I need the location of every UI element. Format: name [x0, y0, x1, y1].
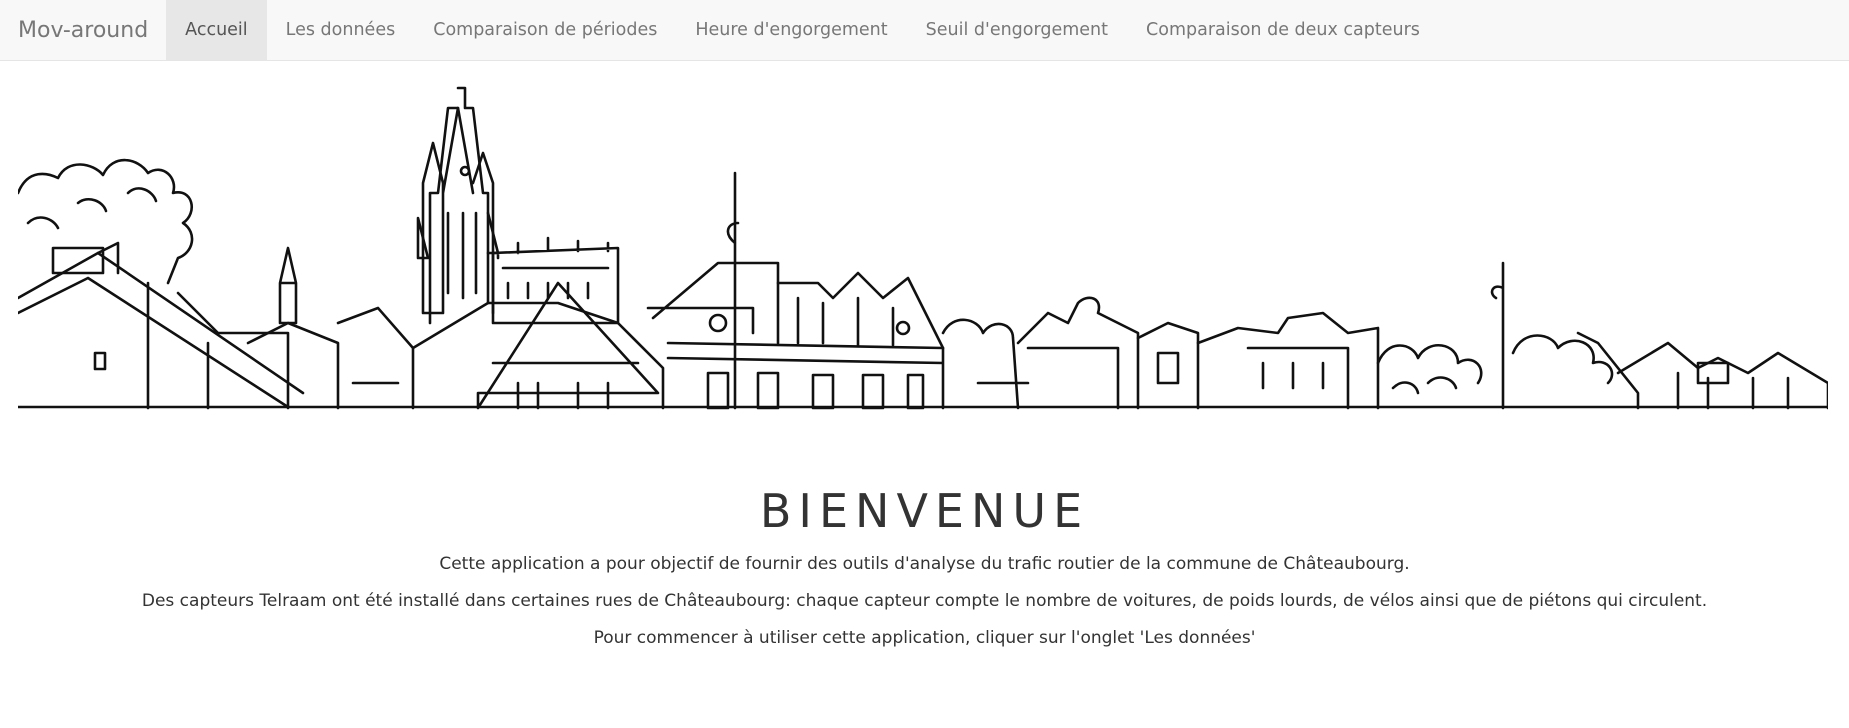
town-skyline-illustration	[18, 83, 1828, 410]
welcome-paragraph-instructions: Pour commencer à utiliser cette applicat…	[593, 628, 1256, 648]
tab-les-donnees: Les données	[267, 0, 415, 60]
tab-heure-engorgement-link[interactable]: Heure d'engorgement	[676, 0, 906, 60]
tab-les-donnees-link[interactable]: Les données	[267, 0, 415, 60]
tab-seuil-engorgement-link[interactable]: Seuil d'engorgement	[907, 0, 1127, 60]
welcome-paragraph-sensors: Des capteurs Telraam ont été installé da…	[141, 591, 1708, 611]
tab-heure-engorgement: Heure d'engorgement	[676, 0, 906, 60]
tab-comparaison-periodes: Comparaison de périodes	[414, 0, 676, 60]
top-navbar: Mov-around Accueil Les données Comparais…	[0, 0, 1849, 61]
welcome-paragraph-objective: Cette application a pour objectif de fou…	[439, 554, 1410, 574]
tab-accueil-link[interactable]: Accueil	[166, 0, 267, 60]
tab-comparaison-capteurs: Comparaison de deux capteurs	[1127, 0, 1439, 60]
tab-comparaison-capteurs-link[interactable]: Comparaison de deux capteurs	[1127, 0, 1439, 60]
brand-link[interactable]: Mov-around	[0, 0, 166, 60]
tab-comparaison-periodes-link[interactable]: Comparaison de périodes	[414, 0, 676, 60]
tab-seuil-engorgement: Seuil d'engorgement	[907, 0, 1127, 60]
welcome-section: BIENVENUE Cette application a pour objec…	[0, 476, 1849, 657]
tab-accueil: Accueil	[166, 0, 267, 60]
welcome-title: BIENVENUE	[759, 484, 1090, 538]
nav-tabs: Accueil Les données Comparaison de pério…	[166, 0, 1439, 60]
